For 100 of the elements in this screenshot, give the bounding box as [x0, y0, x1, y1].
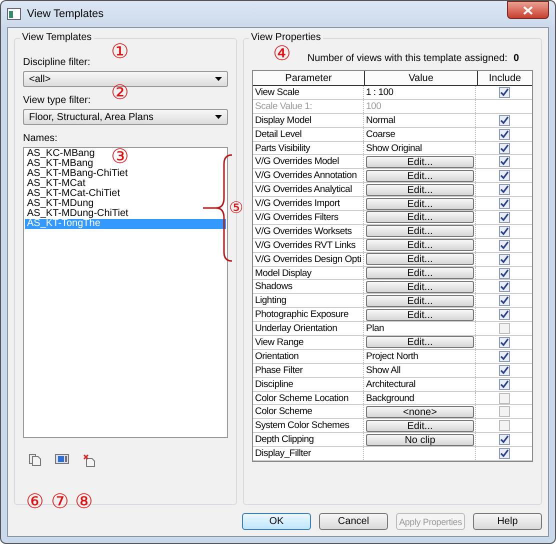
checkbox[interactable] — [498, 420, 510, 432]
table-cell: Shadows — [253, 280, 364, 294]
table-cell: Architectural — [366, 378, 416, 390]
table-cell: Show Original — [366, 142, 422, 154]
checkbox[interactable] — [498, 198, 510, 210]
checkbox[interactable] — [498, 323, 510, 334]
list-item[interactable]: AS_KT-MCat-ChiTiet — [25, 189, 120, 199]
checkbox[interactable] — [498, 378, 510, 390]
list-item[interactable]: AS_KT-MDung — [25, 199, 94, 209]
table-cell: Underlay Orientation — [253, 322, 364, 336]
column-header: Value — [365, 71, 478, 85]
edit-button[interactable]: Edit... — [366, 280, 474, 293]
checkbox[interactable] — [498, 142, 510, 154]
count-value: 0 — [513, 53, 519, 64]
checkbox[interactable] — [498, 268, 510, 279]
list-item[interactable]: AS_KT-MDung-ChiTiet — [25, 209, 128, 219]
table-cell: Display_Fillter — [253, 447, 364, 460]
table-cell: Color Scheme — [253, 405, 364, 418]
annotation-number: ④ — [273, 43, 291, 63]
rename-icon[interactable] — [55, 454, 69, 464]
edit-button[interactable]: Edit... — [366, 211, 474, 224]
edit-button[interactable]: Edit... — [366, 267, 474, 280]
table-cell: Model Display — [253, 266, 364, 280]
checkbox[interactable] — [498, 212, 510, 223]
checkbox[interactable] — [498, 114, 510, 126]
table-cell: V/G Overrides Filters — [253, 211, 364, 224]
dialog-button[interactable]: OK — [242, 513, 311, 530]
field-label: Discipline filter: — [23, 57, 92, 68]
dialog-button[interactable]: Help — [473, 513, 542, 530]
list-item[interactable]: AS_KC-MBang — [25, 149, 95, 159]
checkbox[interactable] — [498, 434, 510, 446]
window-icon — [7, 8, 21, 20]
annotation-number: ⑧ — [75, 491, 93, 511]
checkbox[interactable] — [498, 86, 510, 98]
caret-icon — [215, 77, 222, 81]
list-item[interactable]: AS_KT-MBang — [25, 159, 94, 169]
edit-button[interactable]: Edit... — [366, 198, 474, 210]
column-header: Include — [478, 71, 532, 85]
annotation-number: ③ — [111, 146, 129, 166]
table-cell: Display Model — [253, 114, 364, 127]
edit-button[interactable]: Edit... — [366, 184, 474, 196]
checkbox[interactable] — [498, 170, 510, 182]
annotation-number: ① — [111, 41, 129, 61]
edit-button[interactable]: Edit... — [366, 336, 474, 348]
checkbox[interactable] — [498, 254, 510, 265]
edit-button[interactable]: <none> — [366, 406, 474, 418]
count-label: Number of views with this template assigned: — [307, 53, 508, 64]
window-title: View Templates — [27, 8, 105, 20]
checkbox[interactable] — [498, 406, 510, 418]
table-cell: System Color Schemes — [253, 419, 364, 432]
view-type-dropdown[interactable]: Floor, Structural, Area Plans — [23, 109, 228, 125]
annotation-number: ⑥ — [26, 491, 44, 511]
edit-button[interactable]: Edit... — [366, 156, 474, 168]
edit-button[interactable]: Edit... — [366, 170, 474, 182]
checkbox[interactable] — [498, 128, 510, 140]
edit-button[interactable]: Edit... — [366, 225, 474, 238]
checkbox[interactable] — [498, 295, 510, 306]
table-cell: V/G Overrides Import — [253, 197, 364, 210]
table-cell: Orientation — [253, 350, 364, 363]
edit-button[interactable]: Edit... — [366, 239, 474, 252]
group-title: View Templates — [20, 32, 94, 43]
table-cell: Show All — [366, 364, 400, 376]
checkbox[interactable] — [498, 240, 510, 251]
checkbox[interactable] — [498, 350, 510, 362]
delete-icon[interactable] — [83, 454, 95, 467]
table-cell: 100 — [366, 100, 382, 112]
list-item[interactable]: AS_KT-MCat — [25, 179, 86, 189]
duplicate-icon[interactable] — [29, 454, 41, 466]
checkbox[interactable] — [498, 184, 510, 196]
field-label: Names: — [23, 133, 58, 144]
checkbox[interactable] — [498, 156, 510, 168]
table-cell: Discipline — [253, 378, 364, 391]
table-cell: Background — [366, 392, 414, 404]
checkbox[interactable] — [498, 309, 510, 320]
annotation-number: ⑦ — [51, 491, 69, 511]
checkbox[interactable] — [498, 448, 510, 460]
table-cell: Phase Filter — [253, 364, 364, 377]
table-cell: Coarse — [366, 128, 396, 140]
table-cell: View Range — [253, 336, 364, 349]
dialog-button[interactable]: Cancel — [319, 513, 388, 530]
edit-button[interactable]: Edit... — [366, 420, 474, 432]
edit-button[interactable]: Edit... — [366, 308, 474, 321]
edit-button[interactable]: No clip — [366, 434, 474, 446]
close-button[interactable] — [507, 1, 549, 19]
checkbox[interactable] — [498, 336, 510, 348]
field-label: View type filter: — [23, 95, 92, 106]
table-cell: Detail Level — [253, 128, 364, 141]
edit-button[interactable]: Edit... — [366, 294, 474, 307]
table-cell: Color Scheme Location — [253, 392, 364, 404]
list-item[interactable]: AS_KT-MBang-ChiTiet — [25, 169, 128, 179]
edit-button[interactable]: Edit... — [366, 253, 474, 266]
table-cell: View Scale — [253, 86, 364, 99]
checkbox[interactable] — [498, 281, 510, 292]
checkbox[interactable] — [498, 226, 510, 237]
table-cell: V/G Overrides Model — [253, 155, 364, 168]
table-cell: V/G Overrides RVT Links — [253, 238, 364, 252]
checkbox[interactable] — [498, 364, 510, 376]
checkbox[interactable] — [498, 392, 510, 404]
annotation-number: ⑤ — [229, 200, 244, 216]
table-cell: V/G Overrides Analytical — [253, 183, 364, 196]
